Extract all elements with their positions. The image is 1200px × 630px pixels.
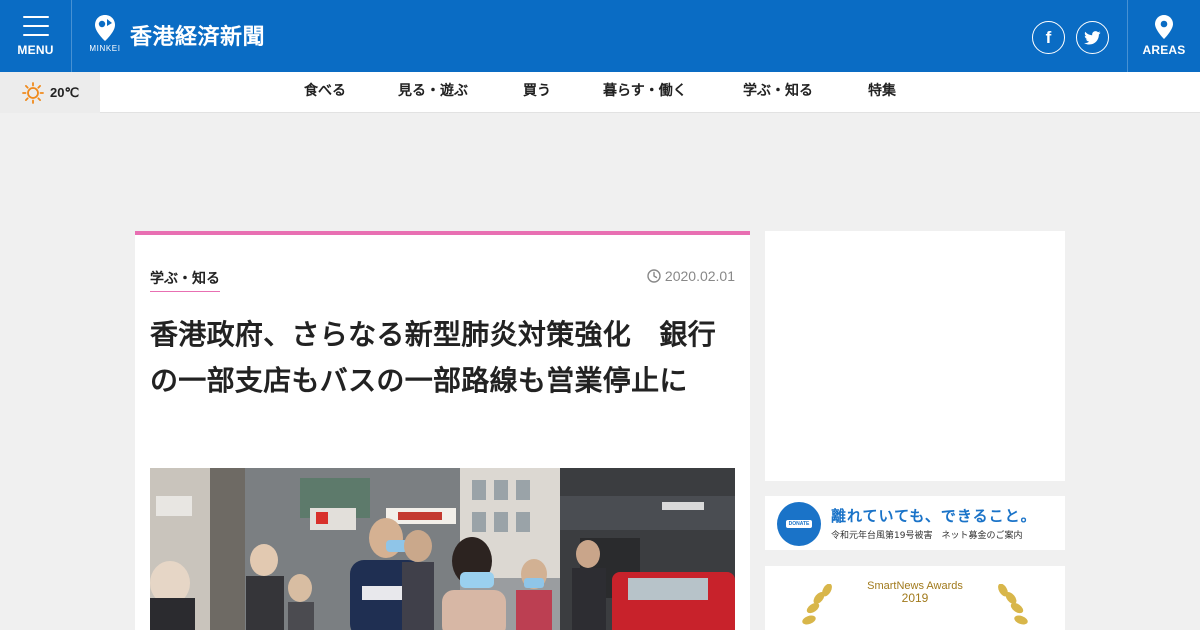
smartnews-awards-banner[interactable]: SmartNews Awards 2019 bbox=[765, 566, 1065, 630]
article-category-link[interactable]: 学ぶ・知る bbox=[150, 268, 220, 292]
areas-label: AREAS bbox=[1142, 43, 1186, 57]
menu-label: MENU bbox=[17, 42, 54, 57]
temperature: 20℃ bbox=[50, 84, 80, 100]
logo-subtext: MINKEI bbox=[89, 44, 121, 53]
sidebar-ad-slot[interactable] bbox=[765, 231, 1065, 481]
street-scene-image bbox=[150, 468, 735, 630]
twitter-button[interactable] bbox=[1076, 21, 1109, 54]
twitter-icon bbox=[1084, 30, 1101, 45]
facebook-button[interactable]: f bbox=[1032, 21, 1065, 54]
nav-item-learn[interactable]: 学ぶ・知る bbox=[743, 72, 813, 113]
donate-subtitle: 令和元年台風第19号被害 ネット募金のご案内 bbox=[831, 531, 1023, 541]
location-pin-icon bbox=[1155, 15, 1173, 39]
article-card: 学ぶ・知る 2020.02.01 香港政府、さらなる新型肺炎対策強化 銀行の一部… bbox=[135, 231, 750, 630]
nav-item-live-work[interactable]: 暮らす・働く bbox=[603, 72, 687, 113]
article-date-text: 2020.02.01 bbox=[664, 268, 735, 284]
nav-item-buy[interactable]: 買う bbox=[523, 72, 551, 113]
donate-icon: DONATE bbox=[777, 502, 821, 546]
article-photo[interactable] bbox=[150, 468, 735, 630]
menu-button[interactable]: MENU bbox=[0, 0, 72, 72]
donate-title: 離れていても、できること。 bbox=[831, 507, 1037, 525]
areas-button[interactable]: AREAS bbox=[1127, 0, 1200, 72]
site-header: MENU MINKEI 香港経済新聞 f AREAS bbox=[0, 0, 1200, 72]
facebook-icon: f bbox=[1045, 27, 1052, 47]
nav-item-see-play[interactable]: 見る・遊ぶ bbox=[398, 72, 468, 113]
category-nav: 20℃ 食べる 見る・遊ぶ 買う 暮らす・働く 学ぶ・知る 特集 bbox=[0, 72, 1200, 113]
donate-banner[interactable]: DONATE 離れていても、できること。 令和元年台風第19号被害 ネット募金の… bbox=[765, 496, 1065, 550]
article-date: 2020.02.01 bbox=[647, 268, 735, 284]
minkei-logo-icon: MINKEI bbox=[86, 14, 124, 53]
nav-item-eat[interactable]: 食べる bbox=[304, 72, 346, 113]
weather-widget[interactable]: 20℃ bbox=[0, 72, 100, 113]
site-logo[interactable]: MINKEI 香港経済新聞 bbox=[86, 14, 265, 53]
donate-badge: DONATE bbox=[785, 520, 813, 528]
clock-icon bbox=[647, 269, 661, 283]
site-title: 香港経済新聞 bbox=[130, 25, 266, 50]
hamburger-icon bbox=[22, 15, 49, 36]
nav-item-features[interactable]: 特集 bbox=[868, 72, 896, 113]
sun-icon bbox=[22, 81, 44, 104]
article-title: 香港政府、さらなる新型肺炎対策強化 銀行の一部支店もバスの一部路線も営業停止に bbox=[150, 318, 717, 397]
awards-year: 2019 bbox=[901, 591, 929, 605]
